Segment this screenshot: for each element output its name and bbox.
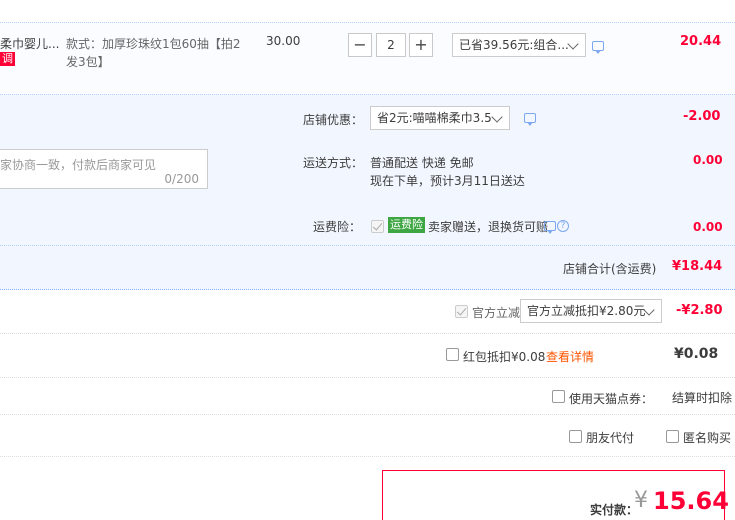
insurance-tag: 运费险 <box>388 217 425 233</box>
official-discount-label: 官方立减 <box>472 306 521 320</box>
divider <box>0 414 735 415</box>
redpacket-detail-link[interactable]: 查看详情 <box>546 348 594 365</box>
message-icon[interactable] <box>544 221 556 234</box>
shipping-amount: 0.00 <box>693 153 723 167</box>
item-spec: 款式：加厚珍珠纹1包60抽【拍2 发3包】 <box>66 37 241 69</box>
redpacket-label: 红包抵扣¥0.08 <box>463 350 546 364</box>
shipping-method: 普通配送 快递 免邮 <box>370 156 474 170</box>
divider <box>0 333 735 334</box>
friend-pay-checkbox[interactable] <box>569 430 582 443</box>
insurance-label: 运费险： <box>313 220 362 234</box>
shop-summary-block: 店铺优惠： 省2元:喵喵棉柔巾3.5 -2.00 家协商一致，付款后商家可见 0… <box>0 94 735 290</box>
quantity-minus-button[interactable]: − <box>348 33 372 57</box>
anonymous-checkbox[interactable] <box>666 430 679 443</box>
insurance-checkbox[interactable] <box>371 220 384 233</box>
payment-label: 实付款： <box>590 503 639 517</box>
item-promo-select[interactable]: 已省39.56元:组合... <box>452 33 586 57</box>
friend-pay-label: 朋友代付 <box>586 431 635 445</box>
help-icon[interactable]: ? <box>557 220 569 232</box>
shop-total-amount: ¥18.44 <box>672 259 723 274</box>
message-counter: 0/200 <box>164 172 199 186</box>
quantity-plus-button[interactable]: + <box>409 33 433 57</box>
payment-summary-box: 实付款： ¥ 15.64 <box>382 470 729 520</box>
buyer-message-input[interactable]: 家协商一致，付款后商家可见 0/200 <box>0 149 208 189</box>
official-discount-amount: -¥2.80 <box>676 303 723 318</box>
official-discount-checkbox[interactable] <box>455 305 468 318</box>
insurance-text: 卖家赠送，退换货可赔 <box>428 220 549 234</box>
points-checkbox[interactable] <box>552 390 565 403</box>
shop-discount-amount: -2.00 <box>683 109 721 124</box>
item-subtotal: 20.44 <box>680 34 722 49</box>
divider <box>0 377 735 378</box>
redpacket-amount: ¥0.08 <box>674 346 719 362</box>
chevron-down-icon <box>567 38 579 50</box>
quantity-input[interactable]: 2 <box>376 33 406 57</box>
shop-total-label: 店铺合计(含运费) <box>563 262 657 276</box>
points-status: 结算时扣除 <box>672 391 733 405</box>
message-icon[interactable] <box>524 113 536 126</box>
payment-currency: ¥ <box>634 488 648 513</box>
item-tag: 调 <box>0 52 15 66</box>
item-title[interactable]: 柔巾婴儿... <box>0 35 59 52</box>
official-discount-select[interactable]: 官方立减抵扣¥2.80元 <box>520 299 662 323</box>
shipping-eta: 现在下单，预计3月11日送达 <box>370 174 525 188</box>
chevron-down-icon <box>491 111 503 123</box>
item-price: 30.00 <box>266 34 301 48</box>
shipping-label: 运送方式： <box>303 156 364 170</box>
shop-discount-select[interactable]: 省2元:喵喵棉柔巾3.5 <box>370 106 510 130</box>
divider <box>0 245 735 246</box>
payment-amount: 15.64 <box>653 487 729 515</box>
shop-discount-label: 店铺优惠： <box>303 113 364 127</box>
cart-item-row: 柔巾婴儿... 调 款式：加厚珍珠纹1包60抽【拍2 发3包】 30.00 − … <box>0 22 735 94</box>
redpacket-checkbox[interactable] <box>446 348 459 361</box>
points-label: 使用天猫点券： <box>569 392 654 406</box>
anonymous-label: 匿名购买 <box>683 431 732 445</box>
message-icon[interactable] <box>592 41 604 54</box>
divider <box>0 456 735 457</box>
insurance-amount: 0.00 <box>693 220 723 234</box>
